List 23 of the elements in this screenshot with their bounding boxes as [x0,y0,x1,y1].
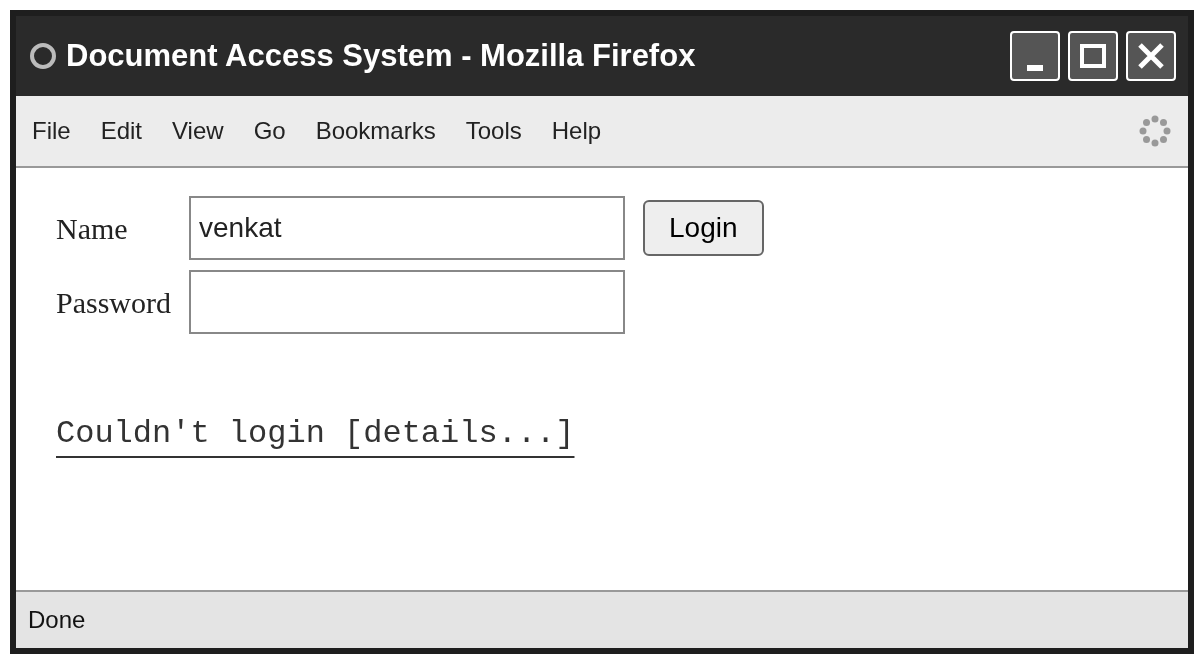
maximize-button[interactable] [1068,31,1118,81]
close-icon [1137,42,1165,70]
menu-item[interactable]: Edit [100,113,143,149]
menu-item[interactable]: View [172,113,224,149]
minimize-icon [1027,65,1043,71]
browser-logo-icon [28,41,58,71]
name-field[interactable]: venkat [189,196,625,260]
window-title: Document Access System - Mozilla Firefox [66,36,696,75]
menu-item[interactable]: Bookmarks [315,113,436,149]
minimize-button[interactable] [1010,31,1060,81]
throbber-icon [1138,114,1172,148]
close-button[interactable] [1126,31,1176,81]
maximize-icon [1080,44,1106,68]
status-text: Done [28,605,86,635]
password-field[interactable] [189,270,625,334]
field-label: Password [56,284,171,321]
field-label: Name [56,210,129,247]
login-button[interactable]: Login [643,200,764,256]
menu-item[interactable]: Go [253,113,286,149]
menu-item[interactable]: File [32,113,71,149]
error-link[interactable]: Couldn't login [details...] [56,410,575,458]
menu-item[interactable]: Help [551,113,602,149]
menu-item[interactable]: Tools [465,113,522,149]
